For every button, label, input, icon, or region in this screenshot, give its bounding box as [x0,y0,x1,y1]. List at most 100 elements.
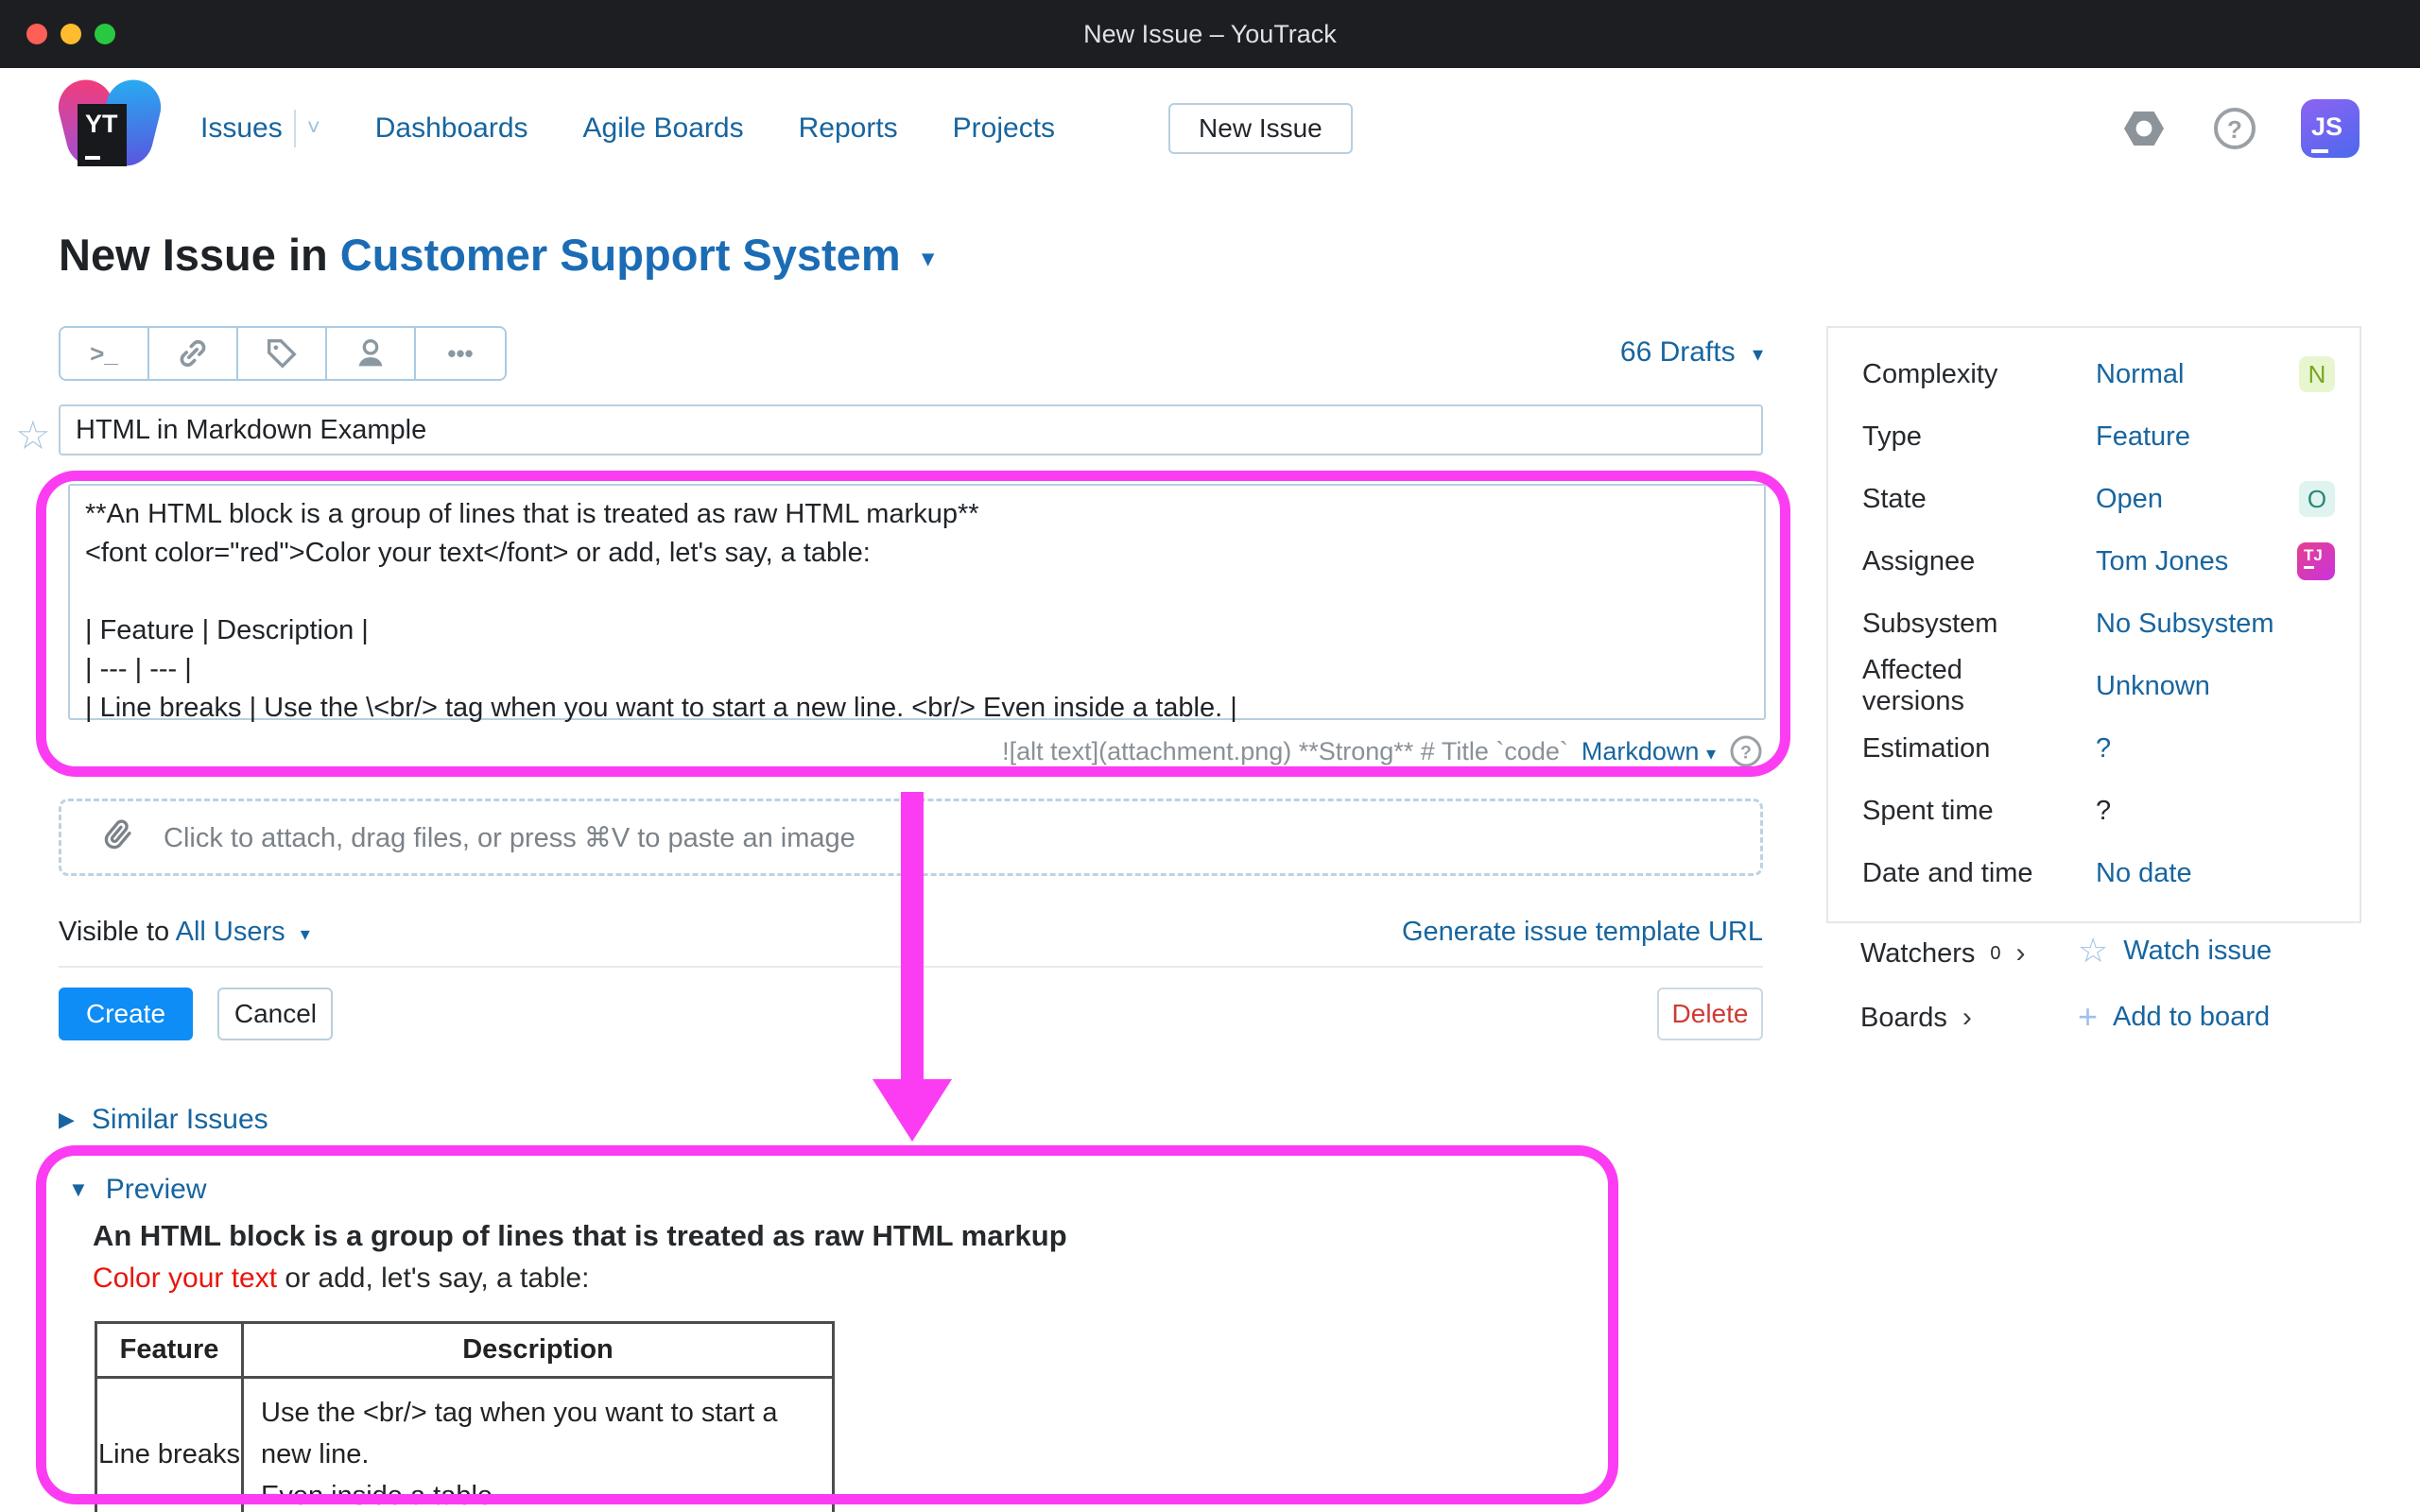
similar-issues-label: Similar Issues [92,1104,268,1136]
summary-input[interactable] [59,404,1763,455]
nav-item-dashboards[interactable]: Dashboards [375,112,528,145]
field-value[interactable]: No Subsystem [2063,609,2335,640]
assignee-avatar-underscore [2304,566,2314,569]
field-label: Type [1862,421,2063,453]
youtrack-logo[interactable]: YT [60,79,159,178]
field-value[interactable]: Unknown [2063,671,2335,702]
field-row-state[interactable]: State Open O [1828,468,2360,530]
watch-issue-label: Watch issue [2123,936,2272,967]
table-row: Line breaks Use the <br/> tag when you w… [96,1378,834,1512]
assignee-avatar: TJ [2297,542,2335,580]
visibility-caret-icon: ▾ [301,924,310,945]
window-titlebar: New Issue – YouTrack [0,0,2420,68]
field-value[interactable]: Open [2063,484,2299,515]
field-row-date-and-time[interactable]: Date and time No date [1828,842,2360,904]
markdown-mode-dropdown[interactable]: Markdown ▾ [1582,737,1716,766]
watchers-count: 0 [1990,943,2000,965]
user-avatar[interactable]: JS [2301,99,2360,158]
delete-button[interactable]: Delete [1657,988,1763,1040]
help-icon[interactable]: ? [2210,104,2259,153]
zoom-button[interactable] [95,24,115,44]
nav-divider [294,110,296,147]
logo-text: YT [85,110,118,138]
table-cell-desc-line2: Even inside a table. [261,1475,815,1512]
state-badge: O [2299,481,2335,517]
markdown-help-icon[interactable]: ? [1729,734,1763,768]
avatar-underscore [2311,149,2328,153]
field-value[interactable]: No date [2063,858,2335,889]
field-value[interactable]: Feature [2063,421,2335,453]
boards-expander[interactable]: Boards › [1860,1002,1972,1034]
visibility-setting: Visible to All Users ▾ [59,917,310,948]
watchers-expander[interactable]: Watchers 0 › [1860,937,2026,970]
visibility-dropdown[interactable]: All Users [176,917,285,947]
window-title: New Issue – YouTrack [0,20,2420,49]
close-button[interactable] [26,24,47,44]
field-row-assignee[interactable]: Assignee Tom Jones TJ [1828,530,2360,593]
nav-item-reports[interactable]: Reports [799,112,898,145]
table-header-feature: Feature [96,1323,243,1378]
preview-toggle[interactable]: ▼ Preview [68,1174,206,1206]
nav-item-issues-label: Issues [200,112,283,145]
settings-hexagon-icon[interactable] [2119,104,2169,153]
field-value[interactable]: ? [2063,733,2335,765]
visibility-prefix: Visible to [59,917,169,947]
nav-item-projects[interactable]: Projects [953,112,1055,145]
page-title-prefix: New Issue in [59,230,328,280]
field-row-subsystem[interactable]: Subsystem No Subsystem [1828,593,2360,655]
attachment-label: Click to attach, drag files, or press ⌘V… [164,821,856,854]
field-label: Spent time [1862,796,2063,827]
watchers-label: Watchers [1860,938,1975,970]
nav-item-issues[interactable]: Issues ˅ [200,110,320,147]
field-value[interactable]: Normal [2063,359,2299,390]
similar-issues-toggle[interactable]: ▶ Similar Issues [59,1104,268,1136]
minimize-button[interactable] [60,24,81,44]
chevron-right-icon: › [2016,937,2026,970]
annotation-arrow-shaft [901,792,924,1081]
markdown-hint-row: ![alt text](attachment.png) **Strong** #… [851,731,1763,771]
add-to-board-action[interactable]: + Add to board [2078,1000,2270,1034]
generate-template-link[interactable]: Generate issue template URL [1402,917,1763,948]
field-value[interactable]: Tom Jones [2063,546,2297,577]
assignee-avatar-initials: TJ [2304,546,2323,564]
preview-table: Feature Description Line breaks Use the … [95,1321,835,1512]
plus-icon: + [2078,1000,2098,1034]
field-row-spent-time[interactable]: Spent time ? [1828,780,2360,842]
description-line: <font color="red">Color your text</font>… [85,534,1749,573]
drafts-label: 66 Drafts [1620,336,1736,368]
field-label: State [1862,484,2063,515]
issue-fields-panel: Complexity Normal N Type Feature State O… [1826,326,2361,923]
project-caret-icon[interactable]: ▾ [923,246,934,271]
field-row-complexity[interactable]: Complexity Normal N [1828,343,2360,405]
nav-item-agile-boards[interactable]: Agile Boards [583,112,744,145]
description-line: | Feature | Description | [85,611,1749,650]
cancel-button[interactable]: Cancel [217,988,333,1040]
field-row-type[interactable]: Type Feature [1828,405,2360,468]
table-header-description: Description [243,1323,834,1378]
description-textarea[interactable]: **An HTML block is a group of lines that… [68,484,1766,720]
field-row-affected-versions[interactable]: Affected versions Unknown [1828,655,2360,717]
project-selector[interactable]: Customer Support System [340,230,901,280]
logo-underscore [85,156,100,160]
drafts-dropdown[interactable]: 66 Drafts ▾ [59,336,1763,369]
field-label: Estimation [1862,733,2063,765]
traffic-lights [26,24,115,44]
nav-right: ? JS [2119,99,2360,158]
table-header-row: Feature Description [96,1323,834,1378]
add-to-board-label: Add to board [2113,1002,2270,1033]
table-cell-description: Use the <br/> tag when you want to start… [243,1378,834,1512]
preview-heading: An HTML block is a group of lines that i… [93,1219,1067,1253]
field-value[interactable]: ? [2063,796,2335,827]
new-issue-button[interactable]: New Issue [1168,103,1353,154]
svg-text:?: ? [1740,743,1752,764]
chevron-down-icon[interactable]: ˅ [307,115,320,142]
favorite-star-icon[interactable]: ☆ [15,416,51,455]
field-row-estimation[interactable]: Estimation ? [1828,717,2360,780]
field-label: Subsystem [1862,609,2063,640]
svg-text:?: ? [2227,115,2242,144]
table-cell-desc-line1: Use the <br/> tag when you want to start… [261,1392,815,1475]
field-label: Complexity [1862,359,2063,390]
watch-issue-action[interactable]: ☆ Watch issue [2078,934,2272,968]
table-cell-feature: Line breaks [96,1378,243,1512]
create-button[interactable]: Create [59,988,193,1040]
